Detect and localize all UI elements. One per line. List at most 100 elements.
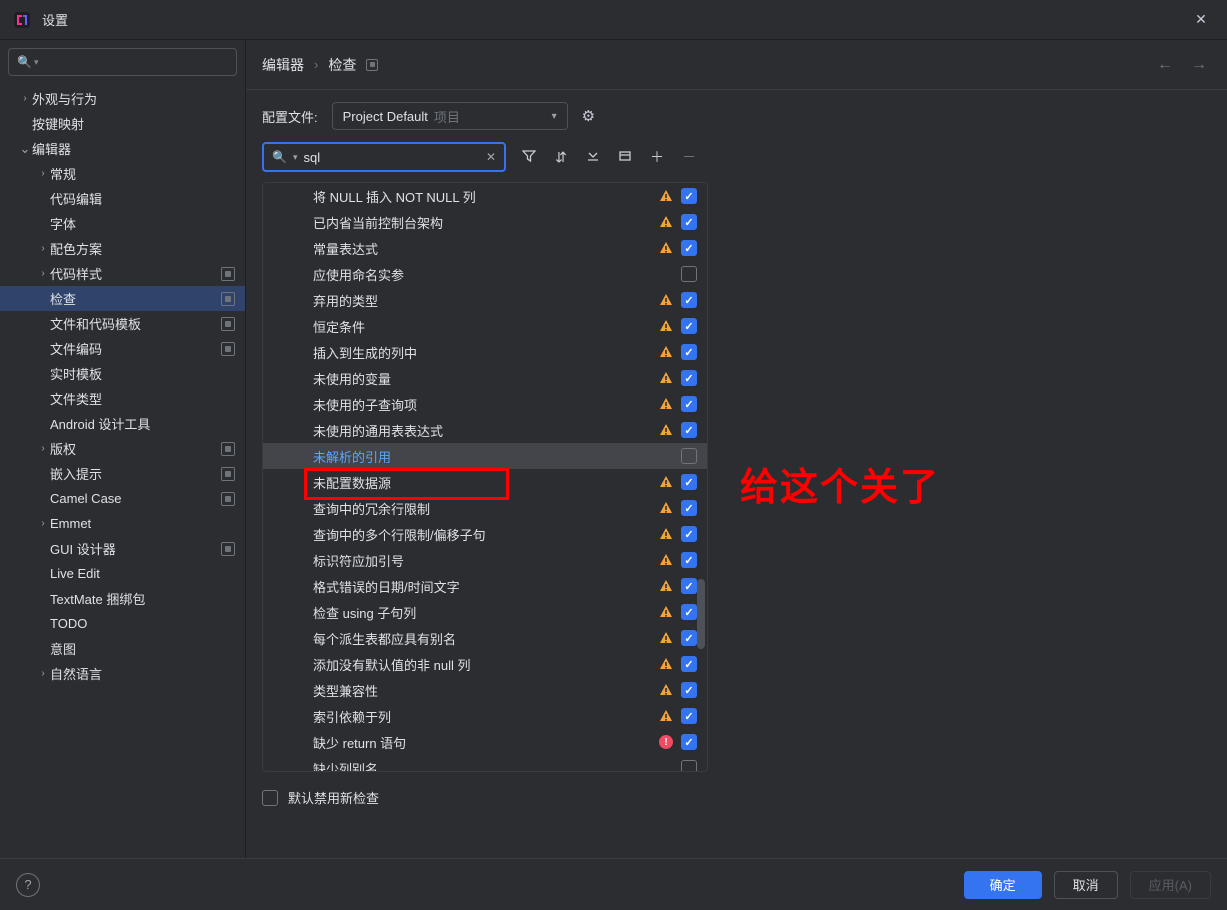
inspection-row[interactable]: 常量表达式 xyxy=(263,235,707,261)
sidebar-item[interactable]: GUI 设计器 xyxy=(0,536,245,561)
sidebar-item[interactable]: 文件类型 xyxy=(0,386,245,411)
sidebar-item[interactable]: ›常规 xyxy=(0,161,245,186)
inspection-checkbox[interactable] xyxy=(681,344,697,360)
inspection-row[interactable]: 索引依赖于列 xyxy=(263,703,707,729)
inspection-checkbox[interactable] xyxy=(681,656,697,672)
inspection-label: 插入到生成的列中 xyxy=(313,343,651,362)
inspection-checkbox[interactable] xyxy=(681,630,697,646)
sidebar-item[interactable]: Camel Case xyxy=(0,486,245,511)
inspection-checkbox[interactable] xyxy=(681,292,697,308)
remove-icon[interactable]: － xyxy=(680,147,698,167)
filter-icon[interactable] xyxy=(520,149,538,166)
sidebar-item[interactable]: ›自然语言 xyxy=(0,661,245,686)
chevron-icon: › xyxy=(36,168,50,179)
chevron-icon: › xyxy=(36,268,50,279)
window-close-button[interactable]: ✕ xyxy=(1187,6,1215,34)
inspection-row[interactable]: 查询中的多个行限制/偏移子句 xyxy=(263,521,707,547)
inspection-checkbox[interactable] xyxy=(681,734,697,750)
sidebar-item[interactable]: ›代码样式 xyxy=(0,261,245,286)
collapse-all-icon[interactable] xyxy=(584,149,602,166)
inspection-row[interactable]: 每个派生表都应具有别名 xyxy=(263,625,707,651)
scrollbar-thumb[interactable] xyxy=(697,579,705,649)
sidebar-item[interactable]: Live Edit xyxy=(0,561,245,586)
profile-select[interactable]: Project Default 项目 ▾ xyxy=(332,102,568,130)
inspection-checkbox[interactable] xyxy=(681,370,697,386)
inspection-checkbox[interactable] xyxy=(681,526,697,542)
nav-back-button[interactable]: ← xyxy=(1153,52,1177,78)
nav-forward-button[interactable]: → xyxy=(1187,52,1211,78)
sidebar-item[interactable]: 按键映射 xyxy=(0,111,245,136)
inspection-row[interactable]: 未使用的变量 xyxy=(263,365,707,391)
inspection-checkbox[interactable] xyxy=(681,760,697,771)
inspection-row[interactable]: 未解析的引用 xyxy=(263,443,707,469)
sidebar-item[interactable]: ›配色方案 xyxy=(0,236,245,261)
inspection-checkbox[interactable] xyxy=(681,396,697,412)
inspection-search-input[interactable] xyxy=(303,150,479,165)
expand-collapse-icon[interactable]: ⇵ xyxy=(552,149,570,166)
inspection-row[interactable]: 缺少列别名 xyxy=(263,755,707,771)
window-title: 设置 xyxy=(42,10,68,29)
inspection-checkbox[interactable] xyxy=(681,214,697,230)
disable-new-checkbox[interactable] xyxy=(262,790,278,806)
inspection-row[interactable]: 查询中的冗余行限制 xyxy=(263,495,707,521)
cancel-button[interactable]: 取消 xyxy=(1054,871,1118,899)
sidebar-item[interactable]: TODO xyxy=(0,611,245,636)
inspection-row[interactable]: 未使用的通用表表达式 xyxy=(263,417,707,443)
sidebar-item[interactable]: 实时模板 xyxy=(0,361,245,386)
ok-button[interactable]: 确定 xyxy=(964,871,1042,899)
inspection-checkbox[interactable] xyxy=(681,474,697,490)
inspection-row[interactable]: 类型兼容性 xyxy=(263,677,707,703)
help-button[interactable]: ? xyxy=(16,873,40,897)
sidebar-item[interactable]: 代码编辑 xyxy=(0,186,245,211)
inspection-row[interactable]: 检查 using 子句列 xyxy=(263,599,707,625)
inspection-row[interactable]: 添加没有默认值的非 null 列 xyxy=(263,651,707,677)
sidebar-item[interactable]: Android 设计工具 xyxy=(0,411,245,436)
sidebar-item[interactable]: 文件编码 xyxy=(0,336,245,361)
settings-tree[interactable]: ›外观与行为按键映射⌄编辑器›常规代码编辑字体›配色方案›代码样式检查文件和代码… xyxy=(0,80,245,858)
inspection-checkbox[interactable] xyxy=(681,578,697,594)
profile-gear-icon[interactable]: ⚙ xyxy=(582,107,595,125)
inspection-checkbox[interactable] xyxy=(681,240,697,256)
sidebar-item[interactable]: ›Emmet xyxy=(0,511,245,536)
inspection-row[interactable]: 格式错误的日期/时间文字 xyxy=(263,573,707,599)
breadcrumb-root[interactable]: 编辑器 xyxy=(262,55,304,75)
inspection-row[interactable]: 标识符应加引号 xyxy=(263,547,707,573)
inspection-row[interactable]: 将 NULL 插入 NOT NULL 列 xyxy=(263,183,707,209)
sidebar-item[interactable]: 字体 xyxy=(0,211,245,236)
inspection-checkbox[interactable] xyxy=(681,422,697,438)
add-icon[interactable]: ＋ xyxy=(648,147,666,167)
clear-search-icon[interactable]: ✕ xyxy=(486,150,496,164)
inspection-row[interactable]: 未配置数据源 xyxy=(263,469,707,495)
apply-button[interactable]: 应用(A) xyxy=(1130,871,1211,899)
sidebar-item[interactable]: 嵌入提示 xyxy=(0,461,245,486)
inspection-checkbox[interactable] xyxy=(681,682,697,698)
inspection-row[interactable]: 未使用的子查询项 xyxy=(263,391,707,417)
inspection-checkbox[interactable] xyxy=(681,318,697,334)
sidebar-item[interactable]: 意图 xyxy=(0,636,245,661)
inspection-row[interactable]: 缺少 return 语句! xyxy=(263,729,707,755)
inspection-row[interactable]: 恒定条件 xyxy=(263,313,707,339)
sidebar-item-label: Live Edit xyxy=(50,566,235,581)
inspection-checkbox[interactable] xyxy=(681,500,697,516)
sidebar-item[interactable]: TextMate 捆绑包 xyxy=(0,586,245,611)
inspection-checkbox[interactable] xyxy=(681,552,697,568)
sidebar-item[interactable]: 文件和代码模板 xyxy=(0,311,245,336)
main-area: 🔍 ▾ ›外观与行为按键映射⌄编辑器›常规代码编辑字体›配色方案›代码样式检查文… xyxy=(0,40,1227,858)
sidebar-search-input[interactable]: 🔍 ▾ xyxy=(8,48,237,76)
inspection-checkbox[interactable] xyxy=(681,448,697,464)
sidebar-item[interactable]: ›版权 xyxy=(0,436,245,461)
inspection-checkbox[interactable] xyxy=(681,266,697,282)
inspection-checkbox[interactable] xyxy=(681,188,697,204)
inspection-row[interactable]: 弃用的类型 xyxy=(263,287,707,313)
reset-icon[interactable] xyxy=(616,149,634,166)
inspection-checkbox[interactable] xyxy=(681,604,697,620)
inspection-search[interactable]: 🔍 ▾ ✕ xyxy=(262,142,506,172)
inspection-row[interactable]: 插入到生成的列中 xyxy=(263,339,707,365)
sidebar-item[interactable]: ›外观与行为 xyxy=(0,86,245,111)
inspection-row[interactable]: 应使用命名实参 xyxy=(263,261,707,287)
inspection-checkbox[interactable] xyxy=(681,708,697,724)
inspection-row[interactable]: 已内省当前控制台架构 xyxy=(263,209,707,235)
sidebar-item[interactable]: ⌄编辑器 xyxy=(0,136,245,161)
inspection-list[interactable]: 将 NULL 插入 NOT NULL 列已内省当前控制台架构常量表达式应使用命名… xyxy=(262,182,708,772)
sidebar-item[interactable]: 检查 xyxy=(0,286,245,311)
